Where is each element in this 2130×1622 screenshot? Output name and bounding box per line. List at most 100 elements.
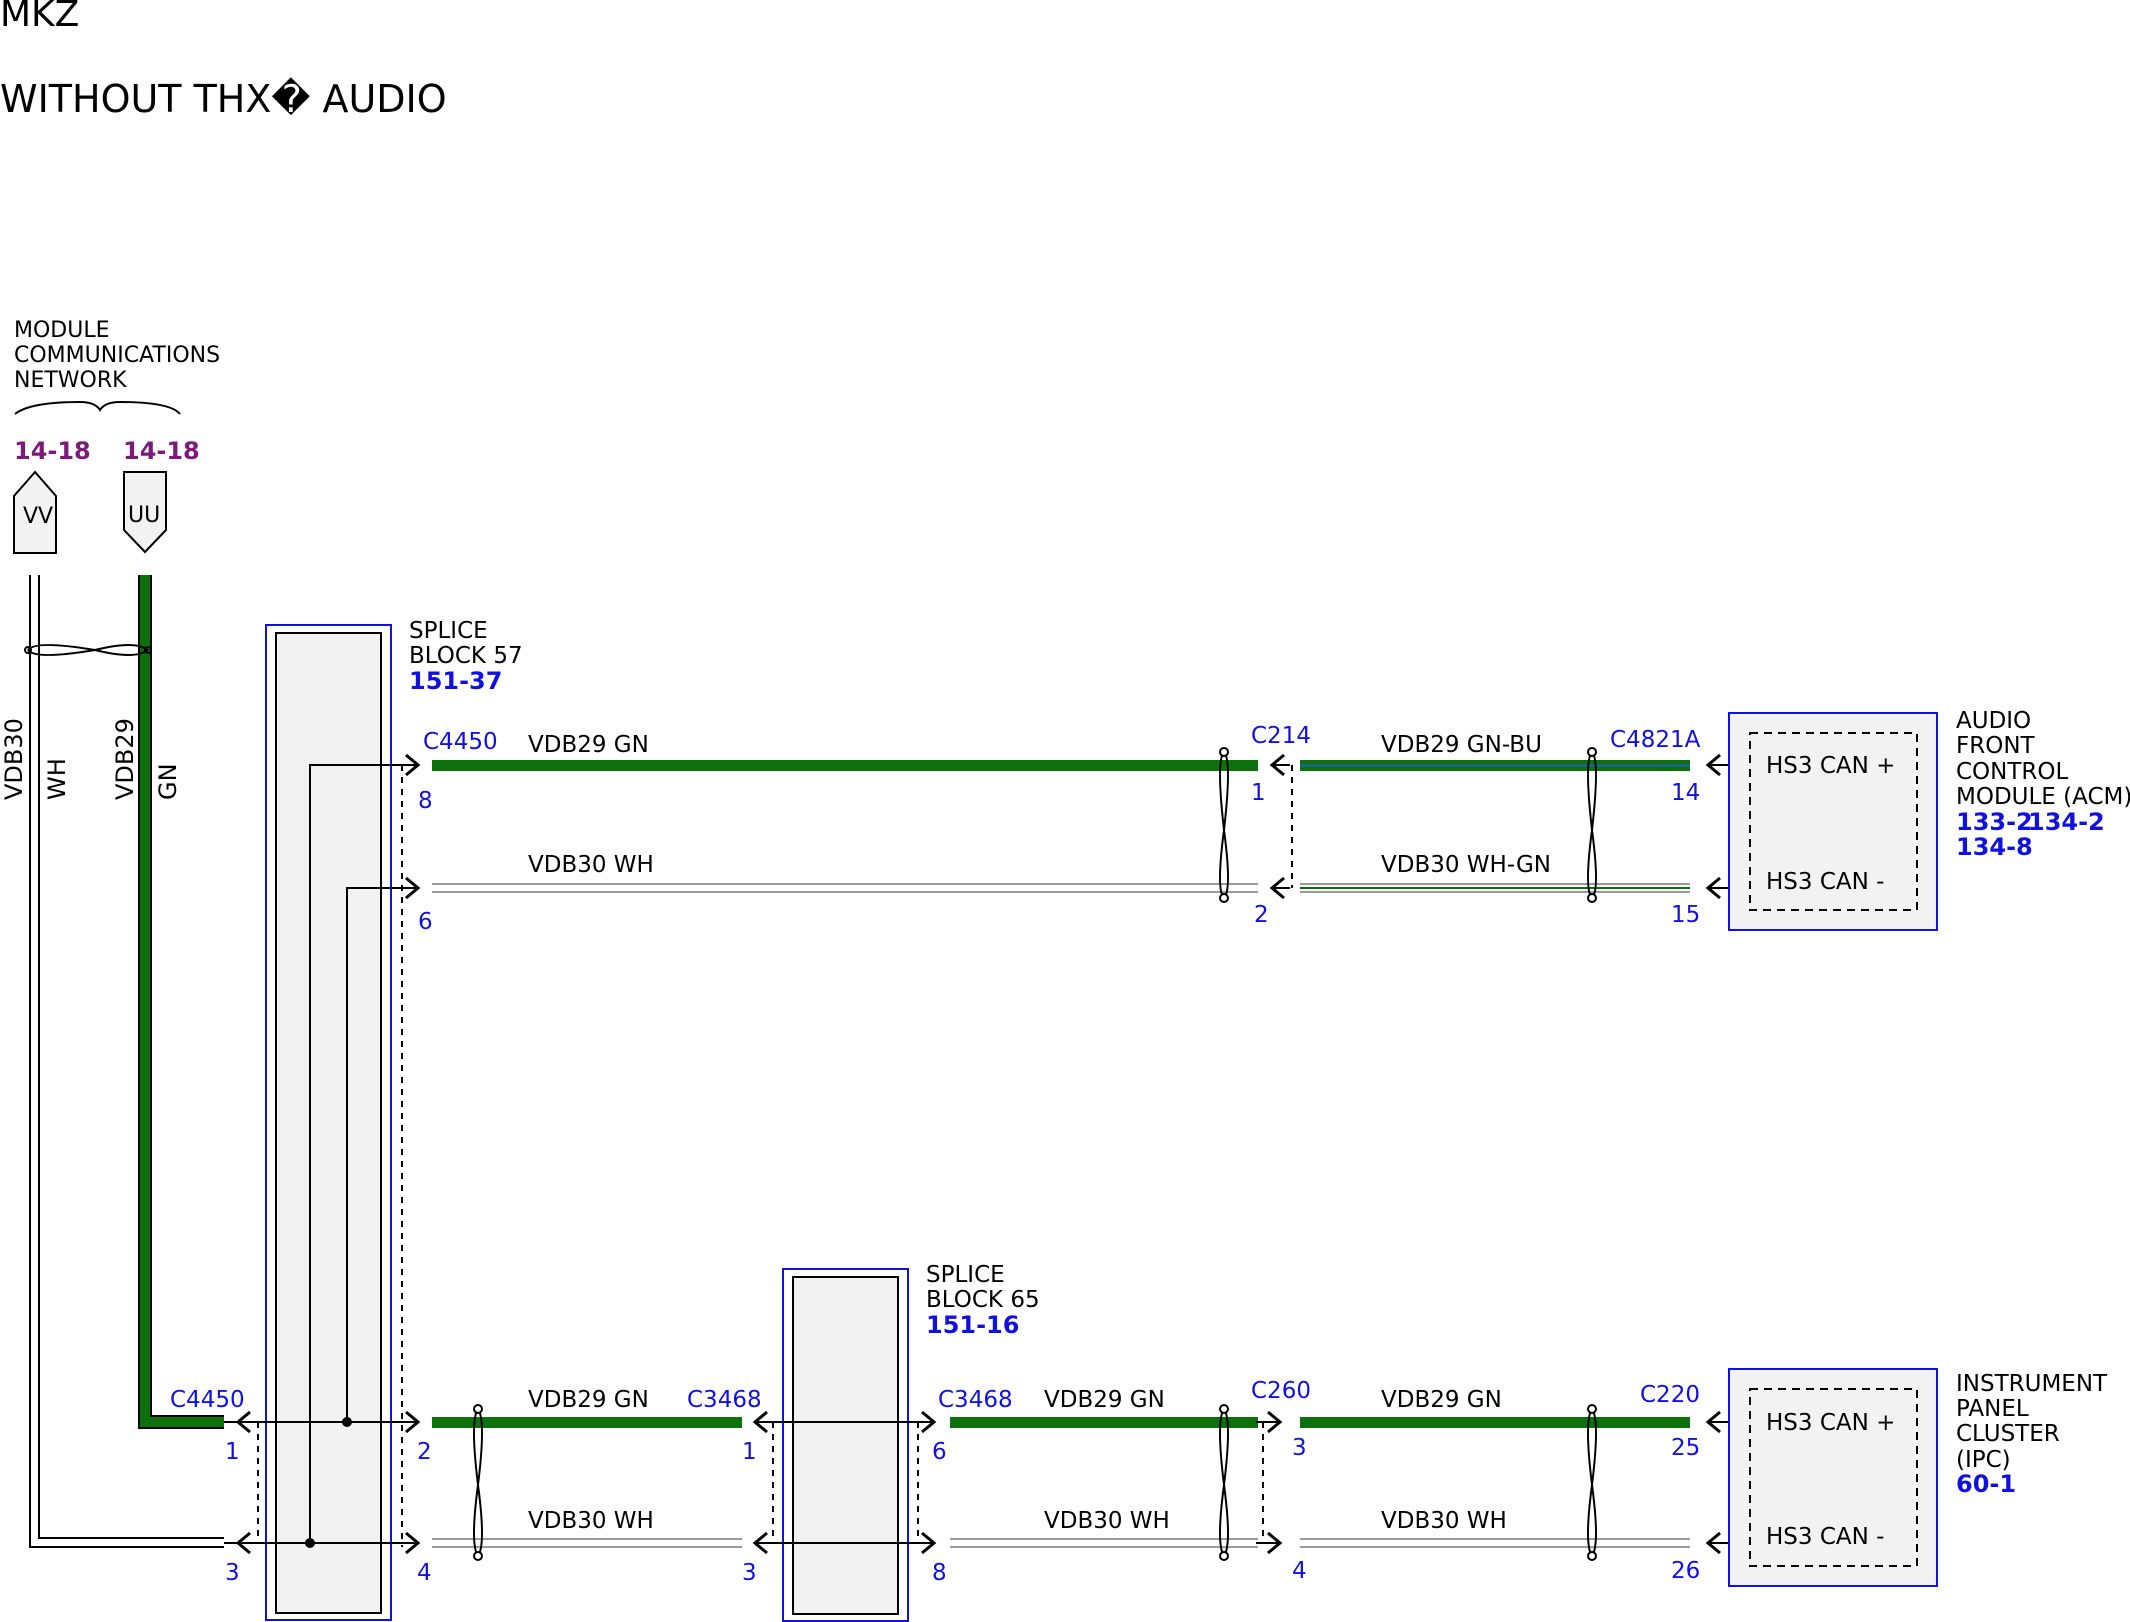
pin-bottom-4: 4 bbox=[417, 1560, 432, 1586]
label-top-gn: VDB29 GN bbox=[528, 732, 649, 758]
label-gn: GN bbox=[154, 763, 182, 800]
ipc-label3: CLUSTER bbox=[1956, 1421, 2060, 1447]
pin-arrow bbox=[235, 1410, 251, 1555]
c220-label[interactable]: C220 bbox=[1640, 1382, 1700, 1408]
splice57-ref[interactable]: 151-37 bbox=[409, 667, 502, 695]
acm-pin-plus: HS3 CAN + bbox=[1766, 753, 1895, 779]
wire-bot3-wh bbox=[1300, 1538, 1690, 1548]
twisted-pair-marker bbox=[24, 644, 152, 656]
splice65-label1: SPLICE bbox=[926, 1262, 1005, 1288]
wire-bot1-gn bbox=[432, 1417, 742, 1428]
twist-marker bbox=[1587, 1404, 1597, 1561]
pin-c260-4: 4 bbox=[1292, 1558, 1307, 1584]
c214-label[interactable]: C214 bbox=[1251, 723, 1311, 749]
pin-6: 6 bbox=[418, 909, 433, 935]
acm-ref3[interactable]: 134-8 bbox=[1956, 833, 2033, 861]
svg-text:COMMUNICATIONS: COMMUNICATIONS bbox=[14, 343, 220, 368]
wire-bot2-wh bbox=[950, 1538, 1258, 1548]
wire-bot2-gn bbox=[950, 1417, 1258, 1428]
label-acm-gnbu: VDB29 GN-BU bbox=[1381, 732, 1542, 758]
label-vdb30: VDB30 bbox=[0, 718, 28, 800]
splice-block-57 bbox=[224, 624, 419, 1621]
acm-label1: AUDIO bbox=[1956, 708, 2031, 734]
twist-marker bbox=[473, 1404, 483, 1561]
label-bot1-gn: VDB29 GN bbox=[528, 1387, 649, 1413]
ref-uu[interactable]: 14-18 bbox=[123, 437, 200, 465]
pin-left-3: 3 bbox=[225, 1560, 240, 1586]
acm-pin-minus: HS3 CAN - bbox=[1766, 869, 1884, 895]
svg-text:VV: VV bbox=[23, 504, 53, 529]
label-acm-whgn: VDB30 WH-GN bbox=[1381, 852, 1551, 878]
ref-vv[interactable]: 14-18 bbox=[14, 437, 91, 465]
variant-title: WITHOUT THX� AUDIO bbox=[0, 77, 447, 121]
c3468-left-label[interactable]: C3468 bbox=[687, 1387, 762, 1413]
twist-marker bbox=[1219, 1404, 1229, 1561]
label-bot1-wh: VDB30 WH bbox=[528, 1508, 654, 1534]
ipc-module bbox=[1728, 1368, 1938, 1587]
pin-c4821a-15: 15 bbox=[1671, 902, 1700, 928]
model-title: MKZ bbox=[0, 0, 79, 35]
pin-c3468-8: 8 bbox=[932, 1560, 947, 1586]
pin-c220-26: 26 bbox=[1671, 1558, 1700, 1584]
c260-label[interactable]: C260 bbox=[1251, 1378, 1311, 1404]
c4821a-label[interactable]: C4821A bbox=[1610, 727, 1701, 753]
pin-c214-1: 1 bbox=[1251, 780, 1266, 806]
label-bot3-gn: VDB29 GN bbox=[1381, 1387, 1502, 1413]
label-wh: WH bbox=[43, 758, 71, 800]
pin-c260-3: 3 bbox=[1292, 1435, 1307, 1461]
splice65-label2: BLOCK 65 bbox=[926, 1287, 1040, 1313]
wire-acm-gnbu bbox=[1300, 760, 1690, 771]
c4450-left-label[interactable]: C4450 bbox=[170, 1387, 245, 1413]
acm-label3: CONTROL bbox=[1956, 759, 2069, 785]
pin-c4821a-14: 14 bbox=[1671, 780, 1700, 806]
label-bot2-gn: VDB29 GN bbox=[1044, 1387, 1165, 1413]
pin-c220-25: 25 bbox=[1671, 1435, 1700, 1461]
label-top-wh: VDB30 WH bbox=[528, 852, 654, 878]
twist-marker bbox=[1219, 747, 1229, 903]
svg-text:UU: UU bbox=[128, 503, 160, 528]
ipc-label2: PANEL bbox=[1956, 1396, 2029, 1422]
pin-arrow bbox=[752, 1410, 768, 1555]
label-vdb29: VDB29 bbox=[111, 718, 139, 800]
ipc-label1: INSTRUMENT bbox=[1956, 1371, 2108, 1397]
acm-ref1[interactable]: 133-2 bbox=[1956, 808, 2033, 836]
wire-top-gn bbox=[432, 760, 1258, 771]
c3468-right-label[interactable]: C3468 bbox=[938, 1387, 1013, 1413]
connector-vv: VV bbox=[13, 470, 57, 554]
acm-label4: MODULE (ACM) bbox=[1956, 784, 2130, 810]
wire-bot3-gn bbox=[1300, 1417, 1690, 1428]
pin-c3468-3: 3 bbox=[742, 1560, 757, 1586]
vertical-green-wire bbox=[138, 575, 224, 1429]
pin-bottom-2: 2 bbox=[417, 1439, 432, 1465]
wire-acm-whgn bbox=[1300, 883, 1690, 893]
ipc-pin-minus: HS3 CAN - bbox=[1766, 1524, 1884, 1550]
ipc-ref[interactable]: 60-1 bbox=[1956, 1470, 2016, 1498]
c4450-top-label[interactable]: C4450 bbox=[423, 729, 498, 755]
splice57-label1: SPLICE bbox=[409, 618, 488, 644]
pin-c3468-1: 1 bbox=[742, 1439, 757, 1465]
splice65-ref[interactable]: 151-16 bbox=[926, 1311, 1019, 1339]
pin-arrow bbox=[921, 1410, 937, 1555]
network-label: MODULE COMMUNICATIONS NETWORK bbox=[14, 318, 220, 415]
connector-uu: UU bbox=[123, 471, 167, 554]
acm-label2: FRONT bbox=[1956, 733, 2036, 759]
acm-module bbox=[1728, 712, 1938, 931]
pin-8: 8 bbox=[418, 788, 433, 814]
pin-arrow bbox=[1269, 753, 1290, 900]
pin-left-1: 1 bbox=[225, 1439, 240, 1465]
pin-c3468-6: 6 bbox=[932, 1439, 947, 1465]
acm-ref2[interactable]: 134-2 bbox=[2028, 808, 2105, 836]
splice-block-65 bbox=[755, 1268, 935, 1622]
pin-c214-2: 2 bbox=[1254, 902, 1269, 928]
svg-text:NETWORK: NETWORK bbox=[14, 368, 127, 393]
splice57-label2: BLOCK 57 bbox=[409, 643, 523, 669]
wire-top-wh bbox=[432, 883, 1258, 893]
twist-marker bbox=[1587, 747, 1597, 903]
wiring-diagram: MKZ WITHOUT THX� AUDIO MODULE COMMUNICAT… bbox=[0, 0, 2130, 1622]
wire-bot1-wh bbox=[432, 1538, 742, 1548]
label-bot3-wh: VDB30 WH bbox=[1381, 1508, 1507, 1534]
pin-arrow bbox=[1256, 1410, 1283, 1555]
label-bot2-wh: VDB30 WH bbox=[1044, 1508, 1170, 1534]
svg-text:MODULE: MODULE bbox=[14, 318, 110, 343]
ipc-pin-plus: HS3 CAN + bbox=[1766, 1410, 1895, 1436]
